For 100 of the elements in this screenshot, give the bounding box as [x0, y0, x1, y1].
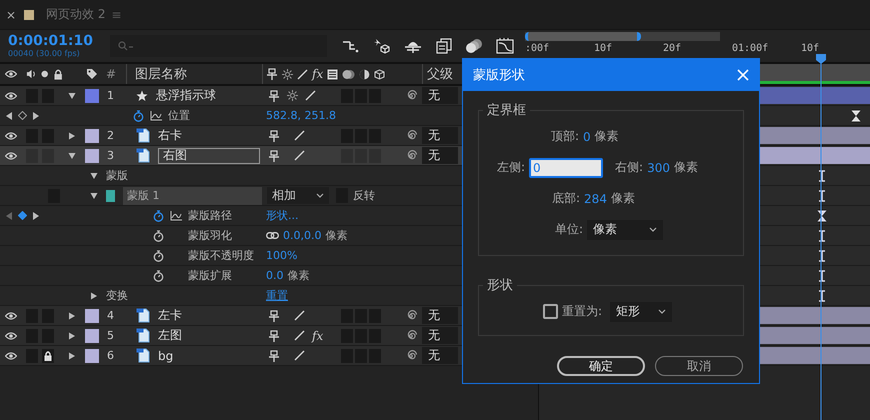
collapse-icon[interactable]	[287, 90, 298, 101]
previous-keyframe-icon[interactable]	[6, 112, 12, 120]
property-value[interactable]: 0.0,0.0	[283, 229, 322, 242]
shy-icon[interactable]	[268, 310, 280, 322]
stopwatch-icon[interactable]	[153, 210, 164, 222]
twisty-icon[interactable]	[68, 132, 76, 140]
layer-name[interactable]: 悬浮指示球	[156, 87, 216, 104]
parent-dropdown[interactable]: 无	[422, 327, 458, 344]
shy-icon[interactable]	[268, 90, 280, 102]
next-keyframe-icon[interactable]	[33, 112, 39, 120]
mask-mode-dropdown[interactable]: 相加	[267, 187, 329, 204]
draft-3d-icon[interactable]	[373, 38, 392, 54]
quality-icon[interactable]	[294, 310, 305, 321]
graph-icon[interactable]	[170, 210, 182, 220]
parent-dropdown[interactable]: 无	[422, 87, 458, 104]
motion-blur-icon[interactable]	[342, 68, 356, 80]
quality-icon[interactable]	[294, 130, 305, 141]
label-tag-icon[interactable]	[86, 68, 98, 80]
speaker-icon[interactable]	[26, 69, 36, 79]
quality-icon[interactable]	[297, 68, 308, 80]
property-value[interactable]: 100%	[266, 249, 298, 262]
layer-name[interactable]: 右卡	[158, 127, 182, 144]
motion-blur-icon[interactable]	[465, 38, 484, 54]
parent-dropdown[interactable]: 无	[422, 347, 458, 364]
next-keyframe-icon[interactable]	[33, 212, 39, 220]
label-color[interactable]	[85, 88, 99, 102]
eye-icon[interactable]	[5, 70, 17, 78]
twisty-icon[interactable]	[68, 332, 76, 340]
quality-icon[interactable]	[294, 350, 305, 361]
solo-icon[interactable]	[41, 70, 49, 78]
twisty-icon[interactable]	[68, 312, 76, 320]
effects-switch[interactable]: fx	[312, 328, 324, 342]
lock-cell[interactable]	[42, 348, 54, 362]
eye-icon[interactable]	[5, 312, 17, 320]
keyframe-diamond-icon[interactable]	[18, 111, 27, 120]
parent-dropdown[interactable]: 无	[422, 147, 458, 164]
eye-icon[interactable]	[5, 332, 17, 340]
graph-editor-icon[interactable]	[496, 38, 514, 54]
stopwatch-icon[interactable]	[153, 270, 164, 282]
reset-link[interactable]: 重置	[266, 288, 288, 303]
frame-blend-icon[interactable]	[327, 68, 338, 80]
bottom-value[interactable]: 284	[584, 192, 607, 206]
search-field[interactable]	[110, 35, 328, 57]
layer-name-field[interactable]: 右图	[158, 148, 260, 164]
twisty-icon[interactable]	[90, 292, 98, 300]
reset-checkbox[interactable]	[543, 304, 558, 319]
quality-icon[interactable]	[294, 150, 305, 161]
lock-icon[interactable]	[54, 68, 62, 80]
shy-icon[interactable]	[268, 130, 280, 142]
eye-icon[interactable]	[5, 132, 17, 140]
close-tab-button[interactable]: ×	[6, 8, 16, 22]
eye-icon[interactable]	[5, 152, 17, 160]
label-color[interactable]	[85, 308, 99, 322]
current-time[interactable]: 0:00:01:10	[8, 34, 110, 48]
property-value[interactable]: 582.8, 251.8	[266, 109, 336, 122]
shy-icon[interactable]	[268, 330, 280, 342]
shy-layers-icon[interactable]	[404, 39, 422, 53]
twisty-icon[interactable]	[90, 172, 98, 180]
mask-name[interactable]: 蒙版 1	[123, 186, 262, 204]
collapse-icon[interactable]	[282, 68, 293, 80]
label-color[interactable]	[85, 348, 99, 362]
stopwatch-icon[interactable]	[133, 110, 144, 122]
close-button[interactable]	[737, 69, 749, 81]
shy-icon[interactable]	[268, 150, 280, 162]
units-dropdown[interactable]: 像素	[587, 220, 664, 240]
twisty-icon[interactable]	[68, 152, 76, 160]
playhead[interactable]	[815, 54, 827, 420]
stopwatch-icon[interactable]	[153, 250, 164, 262]
pick-whip-icon[interactable]	[405, 350, 417, 362]
link-icon[interactable]	[266, 232, 279, 239]
twisty-icon[interactable]	[90, 192, 98, 200]
shy-icon[interactable]	[266, 68, 278, 80]
quality-icon[interactable]	[305, 90, 316, 101]
flowchart-icon[interactable]	[342, 39, 360, 53]
label-color[interactable]	[85, 148, 99, 162]
label-color[interactable]	[85, 328, 99, 342]
time-navigator[interactable]	[525, 32, 720, 41]
graph-icon[interactable]	[150, 110, 162, 120]
layer-name[interactable]: 左图	[158, 327, 182, 344]
mask-color[interactable]	[106, 190, 115, 202]
twisty-icon[interactable]	[68, 352, 76, 360]
pick-whip-icon[interactable]	[405, 330, 417, 342]
pick-whip-icon[interactable]	[405, 150, 417, 162]
left-input[interactable]: 0	[529, 158, 604, 178]
parent-dropdown[interactable]: 无	[422, 127, 458, 144]
keyframe-diamond-icon[interactable]	[18, 211, 27, 220]
column-header[interactable]: 图层名称	[126, 64, 262, 84]
layer-name[interactable]: bg	[158, 348, 174, 362]
adjustment-icon[interactable]	[359, 68, 370, 80]
pick-whip-icon[interactable]	[405, 130, 417, 142]
property-value[interactable]: 形状...	[266, 208, 298, 223]
3d-cube-icon[interactable]	[374, 68, 386, 80]
pick-whip-icon[interactable]	[405, 310, 417, 322]
twisty-icon[interactable]	[68, 92, 76, 100]
eye-icon[interactable]	[5, 92, 17, 100]
eye-icon[interactable]	[5, 352, 17, 360]
label-color[interactable]	[85, 128, 99, 142]
frame-blending-icon[interactable]	[436, 38, 452, 54]
shy-icon[interactable]	[268, 350, 280, 362]
ok-button[interactable]: 确定	[557, 356, 645, 376]
